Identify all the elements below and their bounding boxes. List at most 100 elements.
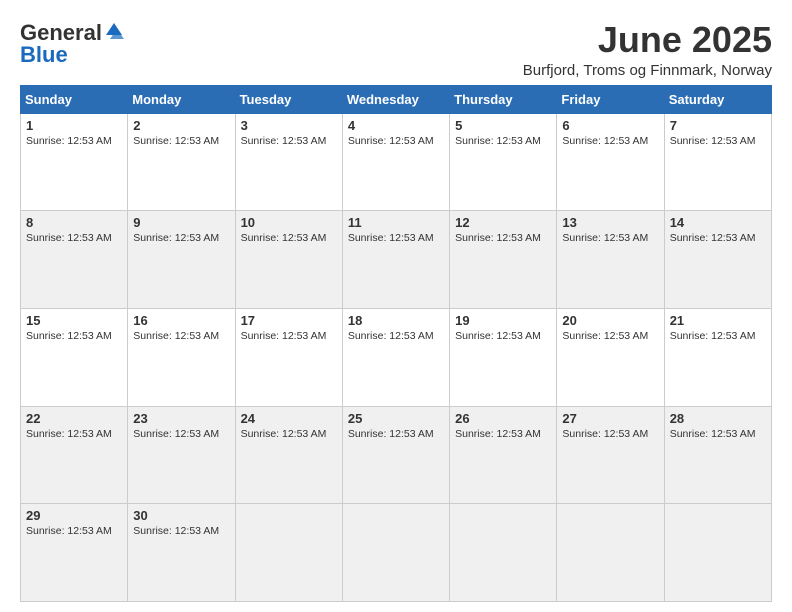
- sunrise-time: Sunrise: 12:53 AM: [562, 232, 658, 244]
- calendar-cell: 4Sunrise: 12:53 AM: [342, 113, 449, 211]
- calendar-cell: 14 Sunrise: 12:53 AM: [664, 211, 771, 309]
- calendar-cell: [450, 504, 557, 602]
- calendar-cell: 23 Sunrise: 12:53 AM: [128, 406, 235, 504]
- day-number: 9: [133, 215, 229, 230]
- calendar-cell: 17 Sunrise: 12:53 AM: [235, 308, 342, 406]
- day-number: 11: [348, 215, 444, 230]
- weekday-header-row: Sunday Monday Tuesday Wednesday Thursday…: [21, 85, 772, 113]
- header: General Blue June 2025 Burfjord, Troms o…: [20, 20, 772, 79]
- location: Burfjord, Troms og Finnmark, Norway: [523, 62, 772, 79]
- day-number: 3: [241, 118, 337, 133]
- month-year: June 2025: [523, 20, 772, 60]
- sunrise-time: Sunrise: 12:53 AM: [26, 330, 122, 342]
- calendar-cell: 2 Sunrise: 12:53 AM: [128, 113, 235, 211]
- logo-blue: Blue: [20, 42, 68, 67]
- sunrise-time: Sunrise: 12:53 AM: [348, 232, 444, 244]
- sunrise-time: Sunrise: 12:53 AM: [348, 428, 444, 440]
- day-number: 16: [133, 313, 229, 328]
- calendar-cell: 25 Sunrise: 12:53 AM: [342, 406, 449, 504]
- calendar-cell: 21 Sunrise: 12:53 AM: [664, 308, 771, 406]
- calendar-cell: [557, 504, 664, 602]
- sunrise-time: Sunrise: 12:53 AM: [133, 135, 229, 147]
- sunrise-time: Sunrise: 12:53 AM: [455, 330, 551, 342]
- header-monday: Monday: [128, 85, 235, 113]
- calendar-cell: 7 Sunrise: 12:53 AM: [664, 113, 771, 211]
- day-number: 24: [241, 411, 337, 426]
- calendar-cell: 5 Sunrise: 12:53 AM: [450, 113, 557, 211]
- sunrise-time: Sunrise: 12:53 AM: [348, 330, 444, 342]
- calendar-cell: 19Sunrise: 12:53 AM: [450, 308, 557, 406]
- sunrise-time: Sunrise: 12:53 AM: [241, 428, 337, 440]
- day-number: 2: [133, 118, 229, 133]
- calendar-cell: 26 Sunrise: 12:53 AM: [450, 406, 557, 504]
- sunrise-time: Sunrise: 12:53 AM: [241, 232, 337, 244]
- calendar-cell: 18Sunrise: 12:53 AM: [342, 308, 449, 406]
- calendar-cell: 8Sunrise: 12:53 AM: [21, 211, 128, 309]
- calendar-cell: 27 Sunrise: 12:53 AM: [557, 406, 664, 504]
- sunrise-time: Sunrise: 12:53 AM: [26, 525, 122, 537]
- day-number: 12: [455, 215, 551, 230]
- day-number: 26: [455, 411, 551, 426]
- sunrise-time: Sunrise: 12:53 AM: [26, 428, 122, 440]
- calendar-week-row: 29Sunrise: 12:53 AM30Sunrise: 12:53 AM: [21, 504, 772, 602]
- day-number: 17: [241, 313, 337, 328]
- header-wednesday: Wednesday: [342, 85, 449, 113]
- calendar-cell: [235, 504, 342, 602]
- calendar-cell: 30Sunrise: 12:53 AM: [128, 504, 235, 602]
- sunrise-time: Sunrise: 12:53 AM: [133, 330, 229, 342]
- calendar-cell: 24 Sunrise: 12:53 AM: [235, 406, 342, 504]
- sunrise-time: Sunrise: 12:53 AM: [133, 232, 229, 244]
- calendar-cell: [664, 504, 771, 602]
- calendar-cell: 20 Sunrise: 12:53 AM: [557, 308, 664, 406]
- calendar-cell: 15Sunrise: 12:53 AM: [21, 308, 128, 406]
- calendar-cell: 13Sunrise: 12:53 AM: [557, 211, 664, 309]
- header-saturday: Saturday: [664, 85, 771, 113]
- day-number: 1: [26, 118, 122, 133]
- sunrise-time: Sunrise: 12:53 AM: [670, 135, 766, 147]
- calendar-table: Sunday Monday Tuesday Wednesday Thursday…: [20, 85, 772, 602]
- sunrise-time: Sunrise: 12:53 AM: [455, 135, 551, 147]
- logo: General Blue: [20, 20, 124, 68]
- sunrise-time: Sunrise: 12:53 AM: [670, 330, 766, 342]
- day-number: 14: [670, 215, 766, 230]
- sunrise-time: Sunrise: 12:53 AM: [26, 135, 122, 147]
- day-number: 20: [562, 313, 658, 328]
- sunrise-time: Sunrise: 12:53 AM: [670, 428, 766, 440]
- calendar-week-row: 8Sunrise: 12:53 AM 9 Sunrise: 12:53 AM 10 Su…: [21, 211, 772, 309]
- calendar-cell: [342, 504, 449, 602]
- calendar-cell: 28Sunrise: 12:53 AM: [664, 406, 771, 504]
- sunrise-time: Sunrise: 12:53 AM: [241, 330, 337, 342]
- day-number: 5: [455, 118, 551, 133]
- sunrise-time: Sunrise: 12:53 AM: [455, 428, 551, 440]
- calendar-cell: 9 Sunrise: 12:53 AM: [128, 211, 235, 309]
- sunrise-time: Sunrise: 12:53 AM: [455, 232, 551, 244]
- calendar-cell: 10 Sunrise: 12:53 AM: [235, 211, 342, 309]
- sunrise-time: Sunrise: 12:53 AM: [133, 428, 229, 440]
- calendar-cell: 22 Sunrise: 12:53 AM: [21, 406, 128, 504]
- header-friday: Friday: [557, 85, 664, 113]
- calendar-page: General Blue June 2025 Burfjord, Troms o…: [0, 0, 792, 612]
- calendar-cell: 6Sunrise: 12:53 AM: [557, 113, 664, 211]
- day-number: 29: [26, 508, 122, 523]
- calendar-week-row: 22Sunrise: 12:53 AM23Sunrise: 12:53 AM24…: [21, 406, 772, 504]
- sunrise-time: Sunrise: 12:53 AM: [562, 428, 658, 440]
- calendar-cell: 11 Sunrise: 12:53 AM: [342, 211, 449, 309]
- sunrise-time: Sunrise: 12:53 AM: [562, 330, 658, 342]
- day-number: 27: [562, 411, 658, 426]
- logo-icon: [104, 21, 124, 41]
- title-block: June 2025 Burfjord, Troms og Finnmark, N…: [523, 20, 772, 79]
- sunrise-time: Sunrise: 12:53 AM: [670, 232, 766, 244]
- calendar-week-row: 15Sunrise: 12:53 AM16Sunrise: 12:53 AM17…: [21, 308, 772, 406]
- day-number: 22: [26, 411, 122, 426]
- calendar-cell: 16 Sunrise: 12:53 AM: [128, 308, 235, 406]
- day-number: 25: [348, 411, 444, 426]
- sunrise-time: Sunrise: 12:53 AM: [26, 232, 122, 244]
- calendar-cell: 29 Sunrise: 12:53 AM: [21, 504, 128, 602]
- day-number: 4: [348, 118, 444, 133]
- day-number: 7: [670, 118, 766, 133]
- day-number: 10: [241, 215, 337, 230]
- calendar-week-row: 1 Sunrise: 12:53 AM 2 Sunrise: 12:53 AM 3 Sun…: [21, 113, 772, 211]
- sunrise-time: Sunrise: 12:53 AM: [133, 525, 229, 537]
- day-number: 23: [133, 411, 229, 426]
- day-number: 21: [670, 313, 766, 328]
